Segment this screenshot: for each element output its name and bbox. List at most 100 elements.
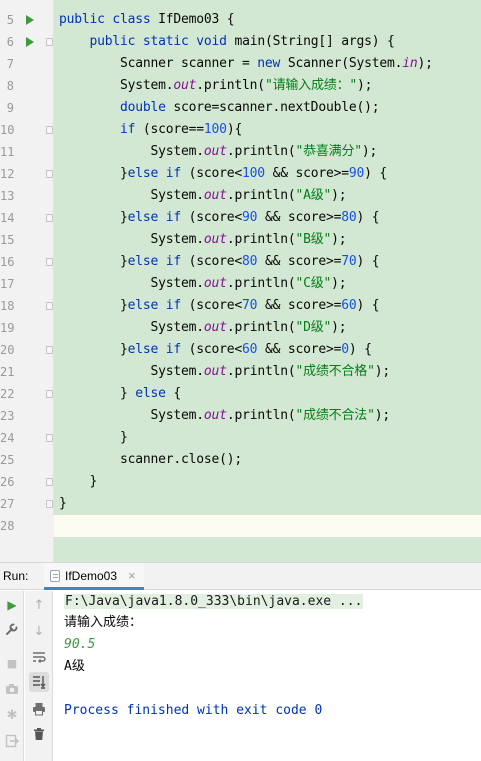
code-token: else if (127, 166, 189, 181)
code-token: else if (127, 342, 189, 357)
line-number: 26 (0, 475, 15, 489)
code-line[interactable]: 15 System.out.println("B级"); (0, 229, 481, 251)
code-line[interactable]: 11 System.out.println("恭喜满分"); (0, 141, 481, 163)
code-line[interactable]: 9 double score=scanner.nextDouble(); (0, 97, 481, 119)
code-token: else (135, 386, 174, 401)
code-line[interactable]: 14 }else if (score<90 && score>=80) { (0, 207, 481, 229)
fold-marker-icon[interactable] (46, 38, 53, 46)
exit-icon[interactable] (2, 731, 22, 751)
code-token: ) { (356, 210, 380, 225)
code-line[interactable]: 10 if (score==100){ (0, 119, 481, 141)
line-number: 10 (0, 123, 15, 137)
code-token: out (203, 188, 227, 203)
code-text: Scanner scanner = new Scanner(System.in)… (59, 53, 433, 75)
code-line[interactable]: 20 }else if (score<60 && score>=0) { (0, 339, 481, 361)
settings-wrench-icon[interactable] (2, 619, 22, 639)
code-token: 90 (348, 166, 365, 181)
code-token: 60 (341, 298, 357, 313)
code-line[interactable]: 7 Scanner scanner = new Scanner(System.i… (0, 53, 481, 75)
camera-icon[interactable] (2, 679, 22, 699)
code-line[interactable]: 19 System.out.println("D级"); (0, 317, 481, 339)
code-token: "恭喜满分" (295, 144, 362, 159)
fold-marker-icon[interactable] (46, 214, 53, 222)
stop-icon[interactable]: ■ (2, 653, 22, 673)
line-number: 13 (0, 189, 15, 203)
code-line[interactable]: 27} (0, 493, 481, 515)
code-token: .println( (226, 276, 296, 291)
code-line[interactable]: 5 public class IfDemo03 { (0, 9, 481, 31)
code-token: out (203, 364, 227, 379)
code-line[interactable]: 6 public static void main(String[] args)… (0, 31, 481, 53)
line-number: 9 (6, 101, 14, 115)
code-token: ); (331, 188, 347, 203)
line-number: 18 (0, 299, 15, 313)
console-output[interactable]: F:\Java\java1.8.0_333\bin\java.exe ... 请… (54, 591, 481, 761)
code-token: out (173, 78, 197, 93)
code-token: out (203, 232, 227, 247)
run-gutter-icon[interactable] (26, 37, 34, 47)
code-token: 70 (341, 254, 357, 269)
code-line[interactable]: 8 System.out.println("请输入成绩："); (0, 75, 481, 97)
trash-icon[interactable] (29, 724, 49, 744)
fold-marker-icon[interactable] (46, 126, 53, 134)
code-line[interactable]: 28 (0, 515, 481, 537)
code-token: { (173, 386, 182, 401)
code-line[interactable]: 23 System.out.println("成绩不合法"); (0, 405, 481, 427)
code-token: System. (59, 364, 205, 379)
fold-marker-icon[interactable] (46, 170, 53, 178)
rerun-icon[interactable]: ▶ (2, 595, 22, 615)
run-toolbar-secondary: ↑ ↓ (25, 591, 53, 761)
code-token: ); (357, 78, 373, 93)
up-arrow-icon[interactable]: ↑ (29, 595, 49, 615)
code-line[interactable]: 25 scanner.close(); (0, 449, 481, 471)
line-number: 24 (0, 431, 15, 445)
fold-marker-icon[interactable] (46, 302, 53, 310)
code-line[interactable]: 12 }else if (score<100 && score>=90) { (0, 163, 481, 185)
fold-marker-icon[interactable] (46, 478, 53, 486)
code-token: System. (59, 320, 205, 335)
code-line[interactable]: 24 } (0, 427, 481, 449)
line-number: 17 (0, 277, 15, 291)
run-gutter-icon[interactable] (26, 15, 34, 25)
fold-marker-icon[interactable] (46, 390, 53, 398)
code-token: if (120, 122, 143, 137)
code-token: .println( (226, 232, 296, 247)
code-line[interactable]: 21 System.out.println("成绩不合格"); (0, 361, 481, 383)
fold-marker-icon[interactable] (46, 346, 53, 354)
code-token: new (257, 56, 288, 71)
code-line[interactable]: 26 } (0, 471, 481, 493)
code-line[interactable]: 22 } else { (0, 383, 481, 405)
code-line[interactable]: 17 System.out.println("C级"); (0, 273, 481, 295)
code-token: System. (59, 78, 174, 93)
fold-marker-icon[interactable] (46, 500, 53, 508)
code-text: System.out.println("A级"); (59, 185, 347, 207)
code-editor[interactable]: 5 public class IfDemo03 {6 public static … (0, 0, 481, 562)
code-token: (score< (188, 298, 243, 313)
fold-marker-icon[interactable] (46, 434, 53, 442)
code-token: && score>= (264, 166, 349, 181)
code-token: "成绩不合格" (295, 364, 375, 379)
run-tab-ifdemo03[interactable]: IfDemo03 × (44, 563, 144, 590)
code-token: } (59, 342, 128, 357)
code-text: public class IfDemo03 { (59, 9, 235, 31)
soft-wrap-icon[interactable] (29, 647, 49, 667)
code-text: System.out.println("C级"); (59, 273, 347, 295)
code-token: ) { (364, 166, 387, 181)
java-command-path[interactable]: F:\Java\java1.8.0_333\bin\java.exe ... (64, 594, 364, 609)
code-token: ) { (356, 254, 380, 269)
code-line[interactable]: 13 System.out.println("A级"); (0, 185, 481, 207)
pin-tab-icon[interactable]: ✱ (2, 705, 22, 725)
line-number: 15 (0, 233, 15, 247)
down-arrow-icon[interactable]: ↓ (29, 621, 49, 641)
code-line[interactable]: 18 }else if (score<70 && score>=60) { (0, 295, 481, 317)
fold-marker-icon[interactable] (46, 258, 53, 266)
code-token: } (59, 474, 98, 489)
code-token: (score< (188, 166, 243, 181)
code-token: (score< (188, 342, 243, 357)
scroll-to-end-icon[interactable] (29, 672, 49, 692)
code-token: ){ (226, 122, 243, 137)
close-tab-icon[interactable]: × (128, 563, 136, 589)
code-line[interactable]: 16 }else if (score<80 && score>=70) { (0, 251, 481, 273)
code-token: && score>= (257, 254, 342, 269)
print-icon[interactable] (29, 699, 49, 719)
